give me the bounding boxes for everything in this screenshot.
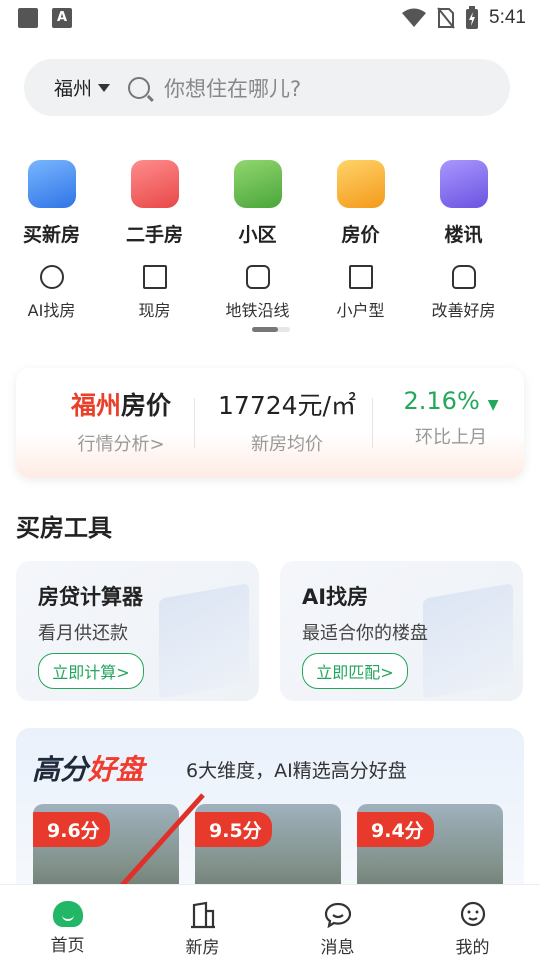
- quick-link-small-unit[interactable]: 小户型: [309, 265, 412, 321]
- avg-price-value: 17724元/㎡: [218, 391, 356, 420]
- price-city: 福州: [70, 391, 121, 420]
- category-row: 买新房 二手房 小区 房价 楼讯: [0, 160, 540, 247]
- metro-icon: [245, 265, 270, 289]
- score-badge: 9.6分: [33, 812, 110, 847]
- floorplan-icon: [348, 265, 373, 289]
- quick-link-ai[interactable]: AI找房: [0, 265, 103, 321]
- quick-link-upgrade[interactable]: 改善好房: [412, 265, 515, 321]
- tab-bar: 首页 新房 消息 我的: [0, 884, 540, 960]
- high-score-section: 高分好盘 6大维度，AI精选高分好盘 9.6分 9.5分 9.4分: [16, 728, 524, 898]
- price-analysis[interactable]: 福州房价 行情分析>: [46, 386, 196, 456]
- calculate-button[interactable]: 立即计算>: [38, 653, 144, 689]
- category-new-house[interactable]: 买新房: [0, 160, 103, 247]
- category-second-hand[interactable]: 二手房: [103, 160, 206, 247]
- city-selector[interactable]: 福州: [54, 74, 92, 101]
- avg-price-label: 新房均价: [251, 434, 323, 455]
- price-title: 房价: [121, 391, 172, 420]
- analysis-link[interactable]: 行情分析>: [46, 430, 196, 456]
- tab-messages[interactable]: 消息: [270, 885, 405, 960]
- divider: [194, 398, 195, 448]
- quick-link-row: AI找房 现房 地铁沿线 小户型 改善好房: [0, 265, 540, 321]
- match-button[interactable]: 立即匹配>: [302, 653, 408, 689]
- quick-link-ready-house[interactable]: 现房: [103, 265, 206, 321]
- ai-icon: [39, 265, 64, 289]
- avg-price: 17724元/㎡ 新房均价: [202, 386, 372, 456]
- building-icon: [190, 901, 215, 929]
- tab-new-house[interactable]: 新房: [135, 885, 270, 960]
- status-bar: A 5:41: [0, 0, 540, 36]
- building-outline-icon: [142, 265, 167, 289]
- tool-card-mortgage[interactable]: 房贷计算器 看月供还款 立即计算>: [16, 561, 259, 701]
- caret-down-icon[interactable]: [98, 83, 111, 92]
- home-icon: [52, 901, 83, 927]
- message-icon: [324, 902, 351, 929]
- house-icon: [130, 160, 179, 208]
- community-icon: [233, 160, 282, 208]
- no-sim-icon: [437, 7, 455, 29]
- triangle-down-icon: ▼: [487, 397, 499, 413]
- score-badge: 9.5分: [195, 812, 272, 847]
- change-value: 2.16%: [403, 387, 480, 415]
- search-icon: [128, 76, 151, 99]
- home-outline-icon: [451, 265, 476, 289]
- font-a-icon: A: [52, 8, 72, 28]
- divider: [372, 398, 373, 448]
- score-badge: 9.4分: [357, 812, 434, 847]
- tab-profile[interactable]: 我的: [405, 885, 540, 960]
- wifi-icon: [402, 8, 427, 27]
- price-tag-icon: [336, 160, 385, 208]
- change-label: 环比上月: [415, 427, 487, 448]
- category-news[interactable]: 楼讯: [412, 160, 515, 247]
- battery-icon: [466, 6, 479, 29]
- profile-icon: [460, 901, 485, 927]
- page-indicator: [252, 327, 290, 332]
- calculator-illustration: [159, 583, 249, 699]
- tool-card-ai[interactable]: AI找房 最适合你的楼盘 立即匹配>: [280, 561, 523, 701]
- category-community[interactable]: 小区: [206, 160, 309, 247]
- price-card[interactable]: 福州房价 行情分析> 17724元/㎡ 新房均价 2.16% ▼ 环比上月: [16, 368, 524, 478]
- high-score-logo: 高分好盘: [32, 753, 145, 786]
- category-price[interactable]: 房价: [309, 160, 412, 247]
- quick-link-metro[interactable]: 地铁沿线: [206, 265, 309, 321]
- search-bar[interactable]: 福州 你想住在哪儿?: [24, 59, 510, 116]
- tab-home[interactable]: 首页: [0, 885, 135, 960]
- clock: 5:41: [489, 7, 526, 28]
- high-score-desc: 6大维度，AI精选高分好盘: [186, 760, 407, 782]
- news-icon: [439, 160, 488, 208]
- search-placeholder[interactable]: 你想住在哪儿?: [164, 73, 301, 103]
- building-icon: [27, 160, 76, 208]
- gallery-icon: [18, 8, 38, 28]
- buildings-illustration: [423, 583, 513, 699]
- price-change: 2.16% ▼ 环比上月: [386, 386, 516, 449]
- section-title: 买房工具: [16, 514, 112, 542]
